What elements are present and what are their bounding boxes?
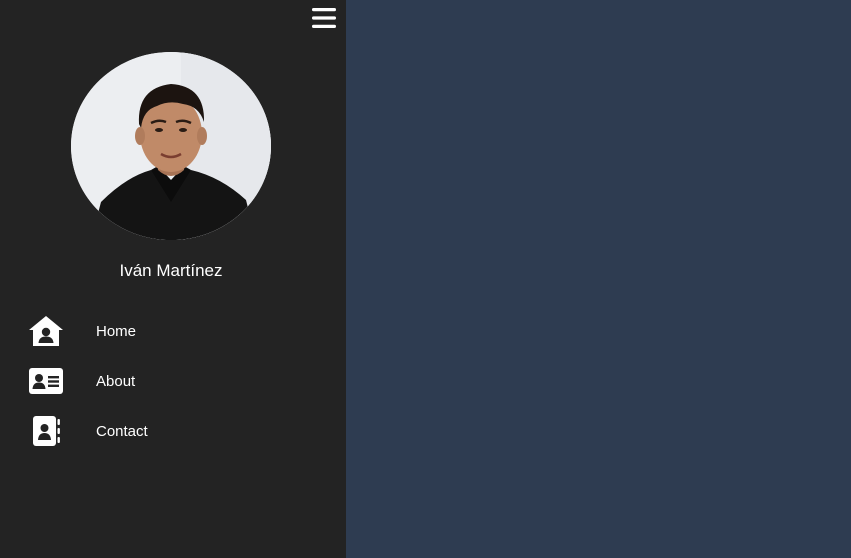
id-card-icon: [28, 364, 64, 398]
menu-toggle-button[interactable]: [312, 6, 336, 30]
address-book-icon: [28, 414, 64, 448]
home-user-icon: [28, 314, 64, 348]
sidebar-item-label: Home: [96, 323, 137, 340]
hamburger-icon: [312, 8, 336, 28]
sidebar-item-about[interactable]: About: [0, 358, 346, 408]
sidebar-nav: Home About Contact: [0, 308, 346, 458]
sidebar-item-contact[interactable]: Contact: [0, 408, 346, 458]
sidebar-item-label: About: [96, 373, 136, 390]
app-root: Iván Martínez Home About Contact: [0, 0, 851, 558]
profile-photo: [71, 52, 271, 240]
sidebar-item-label: Contact: [96, 423, 148, 440]
avatar: [71, 52, 271, 240]
main-content: [346, 0, 851, 558]
sidebar: Iván Martínez Home About Contact: [0, 0, 346, 558]
profile-name: Iván Martínez: [119, 261, 223, 280]
sidebar-item-home[interactable]: Home: [0, 308, 346, 358]
